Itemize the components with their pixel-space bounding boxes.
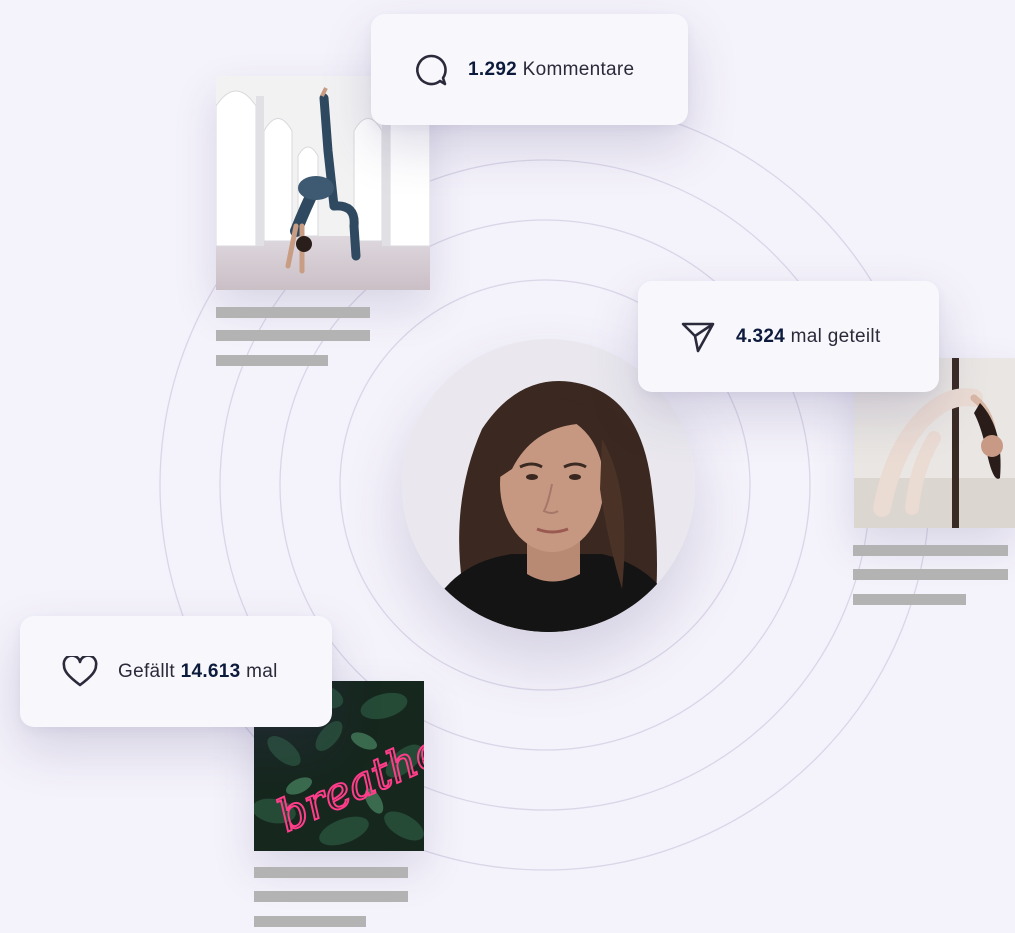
- post-caption-placeholder-line: [216, 330, 370, 341]
- paper-plane-icon: [680, 320, 716, 354]
- shares-stat-card: 4.324 mal geteilt: [638, 281, 939, 392]
- post-caption-placeholder-line: [216, 355, 328, 366]
- likes-stat-card: Gefällt 14.613 mal: [20, 616, 332, 727]
- comments-count: 1.292: [468, 58, 518, 80]
- heart-icon: [62, 655, 98, 688]
- post-caption-placeholder-line: [216, 307, 370, 318]
- comments-stat-card: 1.292 Kommentare: [371, 14, 688, 125]
- likes-suffix: mal: [246, 660, 278, 682]
- shares-label: mal geteilt: [790, 325, 881, 347]
- post-caption-placeholder-line: [254, 891, 408, 902]
- post-caption-placeholder-line: [853, 545, 1008, 556]
- shares-count: 4.324: [736, 325, 786, 347]
- likes-prefix: Gefällt: [118, 660, 176, 682]
- post-caption-placeholder-line: [853, 569, 1008, 580]
- likes-count: 14.613: [180, 660, 241, 682]
- comment-bubble-icon: [414, 53, 448, 87]
- post-caption-placeholder-line: [254, 867, 408, 878]
- comments-label: Kommentare: [522, 58, 635, 80]
- post-caption-placeholder-line: [254, 916, 366, 927]
- post-caption-placeholder-line: [853, 594, 966, 605]
